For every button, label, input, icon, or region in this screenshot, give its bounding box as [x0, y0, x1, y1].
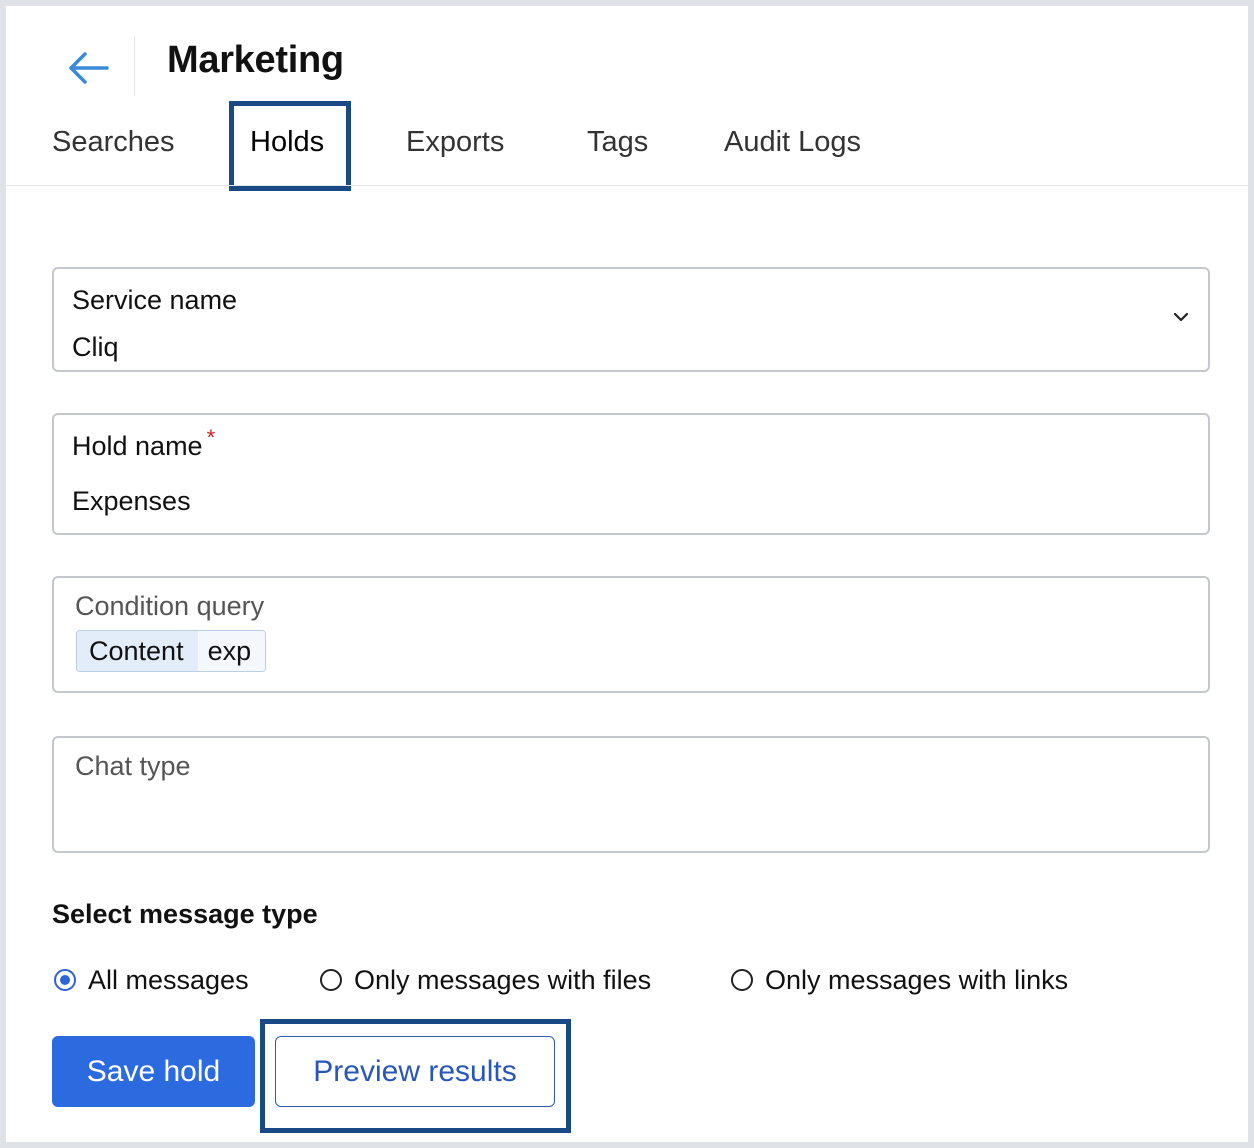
- radio-only-files[interactable]: Only messages with files: [320, 962, 651, 998]
- radio-unchecked-icon[interactable]: [320, 969, 342, 991]
- header-divider: [134, 36, 135, 96]
- radio-label: Only messages with files: [354, 964, 652, 995]
- service-name-value: Cliq: [72, 332, 119, 362]
- chat-type-field[interactable]: Chat type: [52, 736, 1210, 853]
- required-mark: *: [206, 425, 216, 450]
- hold-name-label-wrap: Hold name *: [72, 425, 215, 465]
- hold-name-label: Hold name: [72, 431, 203, 461]
- radio-label: All messages: [88, 964, 249, 995]
- tab-holds-highlight: [229, 101, 351, 191]
- tabs-divider: [6, 185, 1248, 186]
- radio-label: Only messages with links: [765, 964, 1069, 995]
- arrow-left-icon: [69, 52, 109, 84]
- radio-only-links[interactable]: Only messages with links: [731, 962, 1068, 998]
- condition-query-label: Condition query: [75, 591, 265, 621]
- service-name-label: Service name: [72, 285, 238, 315]
- tab-tags[interactable]: Tags: [587, 122, 648, 162]
- radio-all-messages[interactable]: All messages: [54, 962, 249, 998]
- tab-searches[interactable]: Searches: [52, 122, 175, 162]
- hold-name-field[interactable]: Hold name * Expenses: [52, 413, 1210, 535]
- condition-chip[interactable]: Content exp: [76, 630, 267, 672]
- preview-results-button[interactable]: Preview results: [275, 1036, 555, 1107]
- radio-unchecked-icon[interactable]: [731, 969, 753, 991]
- tab-audit-logs[interactable]: Audit Logs: [724, 122, 861, 162]
- save-hold-button[interactable]: Save hold: [52, 1036, 255, 1107]
- hold-editor-panel: Marketing Searches Holds Exports Tags Au…: [6, 6, 1248, 1142]
- chevron-down-icon[interactable]: [1172, 311, 1190, 323]
- page-title: Marketing: [167, 39, 344, 81]
- message-type-title: Select message type: [52, 899, 318, 929]
- condition-query-field[interactable]: Condition query Content exp: [52, 576, 1210, 693]
- back-button[interactable]: [62, 48, 114, 88]
- service-name-select[interactable]: Service name Cliq: [52, 267, 1210, 372]
- condition-chip-key: Content: [77, 631, 198, 671]
- chat-type-label: Chat type: [75, 751, 191, 781]
- condition-chip-value: exp: [197, 631, 266, 671]
- radio-checked-icon[interactable]: [54, 969, 76, 991]
- tab-exports[interactable]: Exports: [406, 122, 504, 162]
- hold-name-value: Expenses: [72, 486, 191, 516]
